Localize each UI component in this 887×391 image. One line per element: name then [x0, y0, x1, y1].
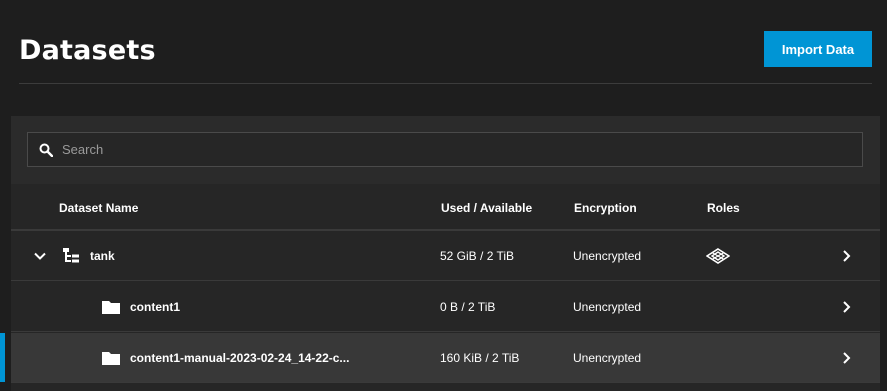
- datasets-card: Dataset Name Used / Available Encryption…: [0, 116, 880, 391]
- dataset-name: content1: [130, 299, 181, 314]
- chevron-down-icon[interactable]: [31, 231, 49, 280]
- folder-icon: [100, 333, 122, 382]
- page-title: Datasets: [19, 35, 156, 66]
- column-header-roles[interactable]: Roles: [707, 201, 740, 215]
- table-row-content1-manual[interactable]: content1-manual-2023-02-24_14-22-c... 16…: [0, 333, 880, 383]
- encryption-status: Unencrypted: [573, 248, 642, 263]
- column-header-used-available[interactable]: Used / Available: [441, 201, 532, 215]
- table-row-content1[interactable]: content1 0 B / 2 TiB Unencrypted: [11, 282, 880, 332]
- pool-tree-icon: [61, 231, 83, 280]
- import-data-button[interactable]: Import Data: [764, 31, 872, 67]
- header-divider: [19, 83, 872, 84]
- search-input[interactable]: [62, 133, 862, 166]
- selected-indicator: [0, 333, 5, 382]
- encryption-status: Unencrypted: [573, 350, 642, 365]
- used-available-value: 52 GiB / 2 TiB: [440, 248, 515, 263]
- search-icon: [38, 142, 54, 158]
- chevron-right-icon[interactable]: [839, 231, 855, 280]
- share-roles-icon: [705, 231, 731, 280]
- chevron-right-icon[interactable]: [839, 282, 855, 331]
- folder-icon: [100, 282, 122, 331]
- column-header-encryption[interactable]: Encryption: [574, 201, 637, 215]
- table-header: Dataset Name Used / Available Encryption…: [11, 184, 880, 231]
- encryption-status: Unencrypted: [573, 299, 642, 314]
- search-box[interactable]: [27, 132, 863, 167]
- search-area: [11, 116, 880, 184]
- datasets-page: Datasets Import Data Dataset Name Used /…: [0, 0, 887, 391]
- chevron-right-icon[interactable]: [839, 333, 855, 382]
- used-available-value: 160 KiB / 2 TiB: [440, 350, 520, 365]
- dataset-name: content1-manual-2023-02-24_14-22-c...: [130, 350, 350, 365]
- used-available-value: 0 B / 2 TiB: [440, 299, 496, 314]
- dataset-name: tank: [90, 248, 115, 263]
- column-header-dataset-name[interactable]: Dataset Name: [59, 201, 138, 215]
- table-row-tank[interactable]: tank 52 GiB / 2 TiB Unencrypted: [11, 231, 880, 281]
